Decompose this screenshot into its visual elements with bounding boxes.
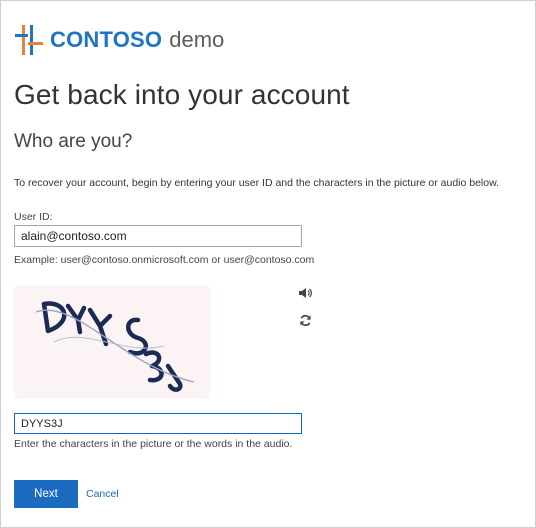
contoso-logo: CONTOSO demo (15, 25, 224, 55)
page-title: Get back into your account (14, 79, 350, 110)
captcha-input[interactable] (14, 413, 302, 434)
captcha-graphic (35, 301, 195, 392)
section-title: Who are you? (14, 131, 133, 152)
audio-captcha-button[interactable] (296, 284, 314, 302)
next-button[interactable]: Next (14, 480, 78, 508)
captcha-help-text: Enter the characters in the picture or t… (14, 438, 293, 450)
cancel-link[interactable]: Cancel (86, 488, 119, 500)
speaker-icon (299, 288, 312, 298)
contoso-mark-icon (15, 25, 43, 55)
intro-text: To recover your account, begin by enteri… (14, 177, 500, 189)
user-id-input[interactable] (14, 225, 302, 247)
refresh-icon (299, 314, 311, 326)
captcha-image (14, 286, 210, 398)
logo-brand-text: CONTOSO (50, 27, 163, 52)
logo-suffix-text: demo (169, 27, 225, 52)
recovery-window: CONTOSO demo Get back into your account … (0, 0, 536, 528)
refresh-captcha-button[interactable] (296, 311, 314, 329)
user-id-label: User ID: (14, 211, 53, 223)
user-id-example: Example: user@contoso.onmicrosoft.com or… (14, 254, 315, 266)
